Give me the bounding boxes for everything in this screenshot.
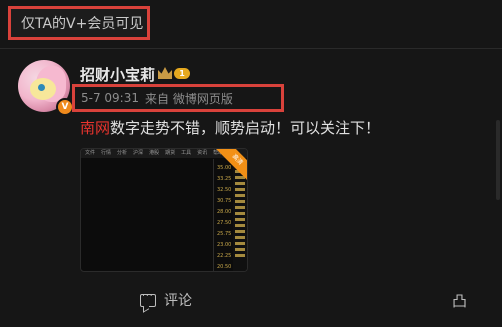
image-side-bar — [235, 188, 245, 191]
like-button[interactable]: 凸 — [452, 290, 467, 311]
post-text-highlight: 南网 — [80, 119, 111, 137]
image-scale-label: 27.50 — [217, 220, 232, 226]
image-menu-item: 文件 — [85, 150, 96, 156]
image-side-bar — [235, 200, 245, 203]
image-side-bar — [235, 206, 245, 209]
image-menu-item: 期货 — [165, 150, 176, 156]
image-side-bar — [235, 236, 245, 239]
image-side-bar — [235, 194, 245, 197]
username-link[interactable]: 招财小宝莉 — [80, 64, 155, 85]
image-side-bar — [235, 242, 245, 245]
image-scale-label: 35.00 — [217, 165, 232, 171]
image-scale-label: 30.75 — [217, 198, 232, 204]
post-meta: 5-7 09:31 来自 微博网页版 — [72, 84, 284, 112]
level-number: 1 — [174, 67, 190, 79]
image-scale-label: 25.75 — [217, 231, 232, 237]
vip-banner-text: 仅TA的V+会员可见 — [21, 16, 144, 32]
image-scale-label: 20.50 — [217, 264, 232, 270]
image-menu-item: 分析 — [117, 150, 128, 156]
image-menu-item: 工具 — [181, 150, 192, 156]
comment-label: 评论 — [164, 293, 192, 309]
crown-icon — [158, 67, 172, 79]
image-menu-item: 港股 — [149, 150, 160, 156]
image-scale-label: 32.50 — [217, 187, 232, 193]
image-menu-item: 行情 — [101, 150, 112, 156]
image-side-bar — [235, 224, 245, 227]
post-actions: 评论 凸 — [0, 282, 502, 318]
image-scale-label: 28.00 — [217, 209, 232, 215]
post-image-thumbnail[interactable]: 文件 行情 分析 沪深 港股 期货 工具 资讯 帮助 35.00 33.25 32.50 30.75 2… — [80, 148, 248, 272]
scrollbar[interactable] — [496, 120, 500, 200]
image-chart-area — [81, 159, 213, 271]
vip-only-banner: 仅TA的V+会员可见 — [8, 6, 150, 40]
image-side-bar — [235, 182, 245, 185]
post-text: 南网数字走势不错，顺势启动！可以关注下！ — [80, 117, 380, 138]
post-source: 来自 微博网页版 — [145, 91, 233, 106]
image-menu-item: 资讯 — [197, 150, 208, 156]
comment-icon — [140, 289, 156, 307]
image-scale-label: 23.00 — [217, 242, 232, 248]
thumbs-up-icon: 凸 — [452, 292, 468, 310]
image-side-bar — [235, 254, 245, 257]
member-level-badge[interactable]: 1 — [158, 66, 194, 80]
avatar-eye — [38, 84, 45, 91]
divider — [0, 48, 502, 49]
image-side-bar — [235, 248, 245, 251]
image-menu-item: 沪深 — [133, 150, 144, 156]
post-date-link[interactable]: 5-7 09:31 — [81, 91, 139, 105]
image-side-bar — [235, 218, 245, 221]
comment-button[interactable]: 评论 — [140, 289, 192, 310]
image-side-bar — [235, 212, 245, 215]
post-text-body: 数字走势不错，顺势启动！可以关注下！ — [110, 119, 381, 137]
image-side-bar — [235, 230, 245, 233]
image-scale-label: 22.25 — [217, 253, 232, 259]
image-scale-label: 33.25 — [217, 176, 232, 182]
